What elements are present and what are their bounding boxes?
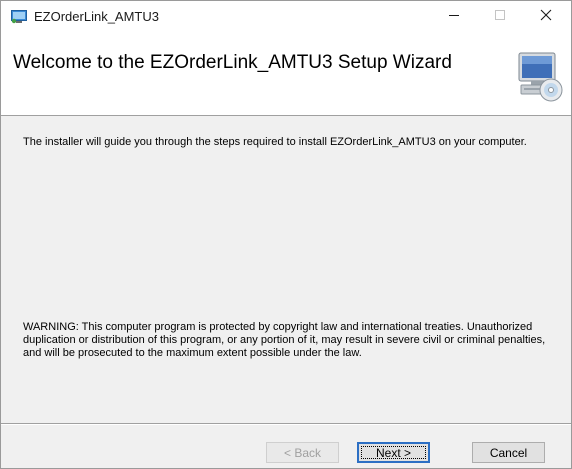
close-icon <box>540 8 552 26</box>
copyright-warning: WARNING: This computer program is protec… <box>23 321 546 359</box>
title-bar[interactable]: EZOrderLink_AMTU3 <box>1 1 571 33</box>
wizard-body: The installer will guide you through the… <box>1 116 571 423</box>
installer-app-icon <box>11 10 27 24</box>
window-title: EZOrderLink_AMTU3 <box>34 9 159 24</box>
next-button[interactable]: Next > <box>357 442 430 463</box>
minimize-icon <box>448 8 460 26</box>
back-button: < Back <box>266 442 339 463</box>
cancel-button[interactable]: Cancel <box>472 442 545 463</box>
computer-cd-icon <box>513 50 563 102</box>
close-button[interactable] <box>523 1 569 33</box>
intro-text: The installer will guide you through the… <box>23 136 527 148</box>
cancel-button-label: Cancel <box>489 445 528 460</box>
minimize-button[interactable] <box>431 1 477 33</box>
page-title: Welcome to the EZOrderLink_AMTU3 Setup W… <box>13 52 452 73</box>
setup-wizard-window: EZOrderLink_AMTU3 Welcome to the EZOrder… <box>0 0 572 469</box>
wizard-header: Welcome to the EZOrderLink_AMTU3 Setup W… <box>1 33 571 116</box>
maximize-button <box>477 1 523 33</box>
maximize-icon <box>494 8 506 26</box>
next-button-label: Next > <box>375 445 411 460</box>
back-button-label: < Back <box>283 445 322 460</box>
wizard-footer: < Back Next > Cancel <box>1 425 571 468</box>
